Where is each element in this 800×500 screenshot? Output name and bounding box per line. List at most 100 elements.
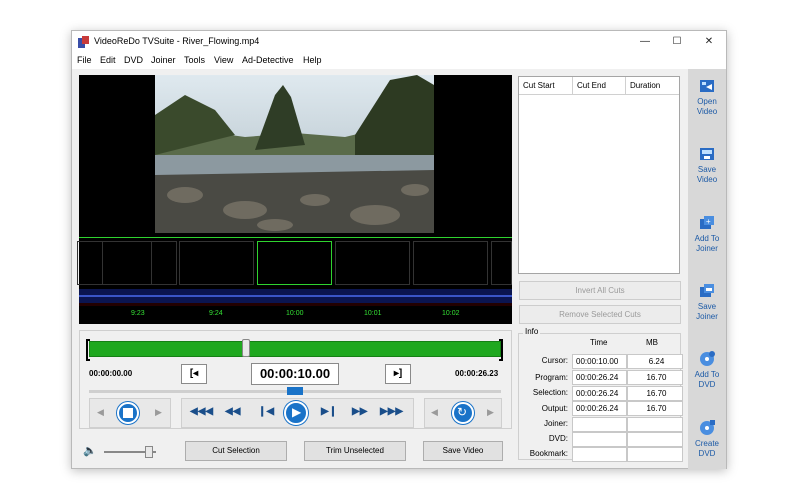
- filmstrip-thumb[interactable]: [491, 241, 512, 285]
- volume-icon[interactable]: 🔈: [83, 444, 97, 457]
- action-sidebar: Open Video Save Video + Add To Joiner Sa…: [688, 69, 726, 469]
- cuts-header-end[interactable]: Cut End: [573, 77, 626, 95]
- open-video-icon: [700, 80, 714, 92]
- jog-knob[interactable]: [287, 387, 303, 395]
- create-dvd-icon: [700, 420, 715, 435]
- info-dvd-time: [572, 432, 627, 447]
- info-col-mb: MB: [646, 338, 658, 347]
- save-video-label: Save Video: [696, 165, 718, 184]
- rewind-icon[interactable]: ◀◀: [225, 406, 240, 417]
- info-label-dvd: DVD:: [548, 434, 568, 443]
- info-label-bookmark: Bookmark:: [529, 449, 568, 458]
- end-timecode: 00:00:26.23: [455, 369, 499, 378]
- menu-ad-detective[interactable]: Ad-Detective: [242, 55, 294, 65]
- info-col-time: Time: [590, 338, 608, 347]
- svg-text:+: +: [706, 217, 711, 226]
- info-title: Info: [523, 327, 541, 336]
- maximize-button[interactable]: ☐: [661, 31, 693, 53]
- current-timecode[interactable]: 00:00:10.00: [251, 363, 339, 385]
- save-joiner-icon: [700, 284, 714, 297]
- rewind-fast-icon[interactable]: ◀◀◀: [190, 406, 213, 417]
- mark-start-button[interactable]: [◂: [181, 364, 207, 384]
- save-video-bottom-button[interactable]: Save Video: [423, 441, 503, 461]
- info-label-output: Output:: [541, 404, 568, 413]
- mark-end-button[interactable]: ▸]: [385, 364, 411, 384]
- strip-marker-line: [79, 303, 512, 306]
- menu-view[interactable]: View: [214, 55, 233, 65]
- forward-fast-icon[interactable]: ▶▶▶: [380, 406, 403, 417]
- menu-help[interactable]: Help: [303, 55, 322, 65]
- filmstrip-thumb[interactable]: [179, 241, 254, 285]
- reload-prev-icon[interactable]: ◀: [431, 407, 438, 418]
- reload-icon: ↻: [457, 405, 468, 419]
- open-video-label: Open Video: [696, 97, 718, 116]
- cut-selection-button[interactable]: Cut Selection: [185, 441, 287, 461]
- menu-edit[interactable]: Edit: [100, 55, 116, 65]
- filmstrip-thumb[interactable]: [102, 241, 177, 285]
- prev-arrow-icon[interactable]: ◀: [97, 407, 104, 418]
- save-video-button[interactable]: Save Video: [688, 145, 726, 185]
- tick-label: 10:00: [286, 310, 304, 317]
- add-to-dvd-button[interactable]: Add To DVD: [688, 350, 726, 390]
- timeline-slider-knob[interactable]: [241, 339, 250, 357]
- save-video-icon: [700, 148, 714, 160]
- tick-label: 9:23: [131, 310, 145, 317]
- filmstrip-thumb[interactable]: [335, 241, 410, 285]
- filmstrip-thumb-selected[interactable]: [257, 241, 332, 285]
- info-bookmark-mb: [627, 447, 683, 462]
- add-dvd-icon: [700, 351, 715, 366]
- filmstrip[interactable]: 9:23 9:24 10:00 10:01 10:02: [77, 237, 512, 324]
- info-selection-time: 00:00:26.24: [572, 386, 627, 401]
- info-cursor-time: 00:00:10.00: [572, 354, 627, 369]
- menu-joiner[interactable]: Joiner: [151, 55, 176, 65]
- remove-selected-cuts-button[interactable]: Remove Selected Cuts: [519, 305, 681, 324]
- tick-label: 9:24: [209, 310, 223, 317]
- close-button[interactable]: ✕: [693, 31, 725, 53]
- create-dvd-label: Create DVD: [694, 439, 719, 458]
- video-preview[interactable]: [79, 75, 512, 237]
- info-program-time: 00:00:26.24: [572, 370, 627, 385]
- info-output-time: 00:00:26.24: [572, 401, 627, 416]
- invert-all-cuts-button[interactable]: Invert All Cuts: [519, 281, 681, 300]
- title-bar: VideoReDo TVSuite - River_Flowing.mp4 — …: [72, 31, 726, 53]
- strip-audio-line: [79, 295, 512, 297]
- info-label-selection: Selection:: [532, 388, 568, 397]
- info-label-cursor: Cursor:: [541, 356, 568, 365]
- info-output-mb: 16.70: [627, 401, 683, 416]
- trim-unselected-button[interactable]: Trim Unselected: [304, 441, 406, 461]
- info-program-mb: 16.70: [627, 370, 683, 385]
- cuts-list[interactable]: Cut Start Cut End Duration: [518, 76, 680, 274]
- reload-next-icon[interactable]: ▶: [487, 407, 494, 418]
- create-dvd-button[interactable]: Create DVD: [688, 419, 726, 459]
- volume-knob[interactable]: [145, 446, 153, 458]
- menu-tools[interactable]: Tools: [184, 55, 205, 65]
- add-to-dvd-label: Add To DVD: [694, 370, 720, 389]
- info-dvd-mb: [627, 432, 683, 447]
- save-joiner-label: Save Joiner: [696, 302, 718, 321]
- timeline-bar[interactable]: [89, 341, 501, 357]
- info-joiner-mb: [627, 417, 683, 432]
- tick-label: 10:02: [442, 310, 460, 317]
- strip-top-line: [79, 237, 512, 238]
- step-forward-icon[interactable]: ▶❙: [321, 406, 337, 417]
- menu-file[interactable]: File: [77, 55, 92, 65]
- info-label-program: Program:: [535, 373, 568, 382]
- selection-end-bracket[interactable]: [499, 339, 503, 361]
- forward-icon[interactable]: ▶▶: [352, 406, 367, 417]
- next-arrow-icon[interactable]: ▶: [155, 407, 162, 418]
- filmstrip-thumb[interactable]: [413, 241, 488, 285]
- play-icon: ▶: [292, 405, 302, 419]
- tick-label: 10:01: [364, 310, 382, 317]
- start-timecode: 00:00:00.00: [89, 369, 133, 378]
- save-joiner-button[interactable]: Save Joiner: [688, 282, 726, 322]
- menu-dvd[interactable]: DVD: [124, 55, 143, 65]
- minimize-button[interactable]: —: [629, 31, 661, 53]
- open-video-button[interactable]: Open Video: [688, 77, 726, 117]
- info-joiner-time: [572, 417, 627, 432]
- cuts-header-duration[interactable]: Duration: [626, 77, 679, 95]
- add-to-joiner-button[interactable]: + Add To Joiner: [688, 214, 726, 254]
- app-logo-icon: [78, 36, 89, 48]
- step-back-icon[interactable]: ❙◀: [258, 406, 274, 417]
- window-title: VideoReDo TVSuite - River_Flowing.mp4: [94, 36, 260, 46]
- cuts-header-start[interactable]: Cut Start: [519, 77, 573, 95]
